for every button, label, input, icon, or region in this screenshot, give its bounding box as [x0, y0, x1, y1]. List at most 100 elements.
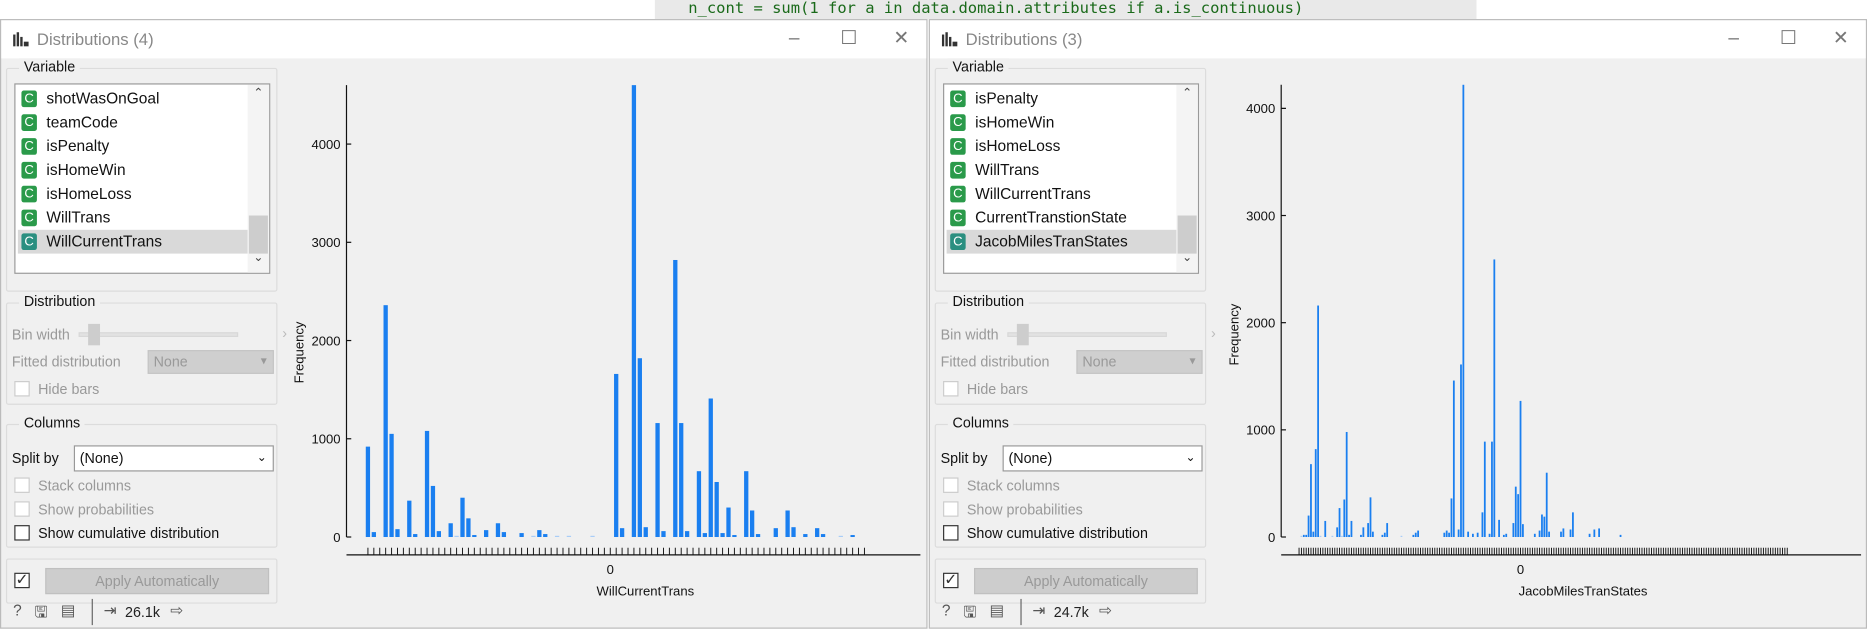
histogram-bar[interactable]	[1498, 519, 1500, 538]
histogram-bar[interactable]	[531, 535, 536, 538]
histogram-bar[interactable]	[1305, 534, 1308, 538]
histogram-bar[interactable]	[1502, 534, 1505, 538]
histogram-bar[interactable]	[1514, 486, 1517, 538]
histogram-bar[interactable]	[1488, 533, 1491, 538]
histogram-bar[interactable]	[1467, 531, 1470, 538]
histogram-bar[interactable]	[430, 485, 436, 538]
histogram-bar[interactable]	[1400, 535, 1403, 538]
histogram-bar[interactable]	[614, 373, 619, 538]
histogram-bar[interactable]	[1548, 531, 1550, 538]
histogram-bar[interactable]	[1324, 520, 1327, 538]
histogram-bar[interactable]	[448, 523, 453, 538]
histogram-bar[interactable]	[1538, 530, 1541, 538]
histogram-bar[interactable]	[755, 534, 761, 538]
histogram-bar[interactable]	[543, 534, 548, 538]
histogram-bar[interactable]	[1331, 535, 1334, 538]
histogram-bar[interactable]	[820, 534, 826, 538]
histogram-bar[interactable]	[1522, 524, 1524, 538]
histogram-bar[interactable]	[619, 528, 625, 538]
histogram-bar[interactable]	[484, 530, 489, 538]
histogram-bar[interactable]	[673, 259, 678, 538]
histogram-bar[interactable]	[1545, 472, 1548, 538]
histogram-bar[interactable]	[407, 500, 412, 538]
histogram-bar[interactable]	[1336, 527, 1339, 538]
histogram-bar[interactable]	[1452, 380, 1455, 538]
histogram-bar[interactable]	[661, 531, 666, 538]
histogram-bar[interactable]	[637, 358, 642, 538]
histogram-bar[interactable]	[1386, 523, 1389, 538]
histogram-bar[interactable]	[850, 535, 855, 538]
histogram-bar[interactable]	[1319, 535, 1322, 538]
histogram-bar[interactable]	[1519, 400, 1522, 538]
histogram-bar[interactable]	[495, 523, 501, 538]
histogram-bar[interactable]	[365, 446, 371, 538]
histogram-bar[interactable]	[708, 398, 713, 538]
histogram-bar[interactable]	[460, 497, 465, 538]
histogram-bar[interactable]	[803, 534, 808, 538]
histogram-bar[interactable]	[1367, 523, 1370, 538]
histogram-bar[interactable]	[1450, 498, 1453, 538]
histogram-bar[interactable]	[1533, 533, 1536, 538]
histogram-bar[interactable]	[1493, 259, 1496, 538]
histogram-bar[interactable]	[1302, 534, 1305, 538]
histogram-bar[interactable]	[436, 531, 442, 538]
histogram-bar[interactable]	[371, 532, 376, 538]
histogram-bar[interactable]	[1476, 532, 1479, 538]
histogram-bar[interactable]	[631, 85, 637, 538]
histogram-bar[interactable]	[1541, 514, 1543, 538]
histogram-bar[interactable]	[566, 535, 572, 538]
histogram-bar[interactable]	[383, 305, 388, 538]
histogram-bar[interactable]	[720, 533, 725, 538]
histogram-bar[interactable]	[519, 533, 524, 538]
histogram-bar[interactable]	[1543, 516, 1546, 538]
histogram-bar[interactable]	[702, 533, 707, 538]
histogram-bar[interactable]	[732, 535, 737, 538]
histogram-bar[interactable]	[1560, 531, 1562, 538]
histogram-bar[interactable]	[1472, 533, 1474, 538]
histogram-bar[interactable]	[1448, 532, 1450, 538]
histogram-bar[interactable]	[1505, 533, 1508, 538]
histogram-bar[interactable]	[413, 534, 418, 538]
histogram-bar[interactable]	[1369, 497, 1372, 538]
histogram-bar[interactable]	[1593, 529, 1596, 538]
histogram-bar[interactable]	[1348, 534, 1350, 538]
histogram-bar[interactable]	[1317, 305, 1319, 538]
histogram-bar[interactable]	[1562, 528, 1565, 538]
histogram-bar[interactable]	[1481, 512, 1484, 538]
histogram-bar[interactable]	[726, 507, 731, 538]
histogram-bar[interactable]	[643, 527, 648, 538]
histogram-bar[interactable]	[684, 531, 690, 538]
histogram-bar[interactable]	[1350, 520, 1353, 538]
histogram-bar[interactable]	[1371, 531, 1374, 538]
histogram-bar[interactable]	[1360, 534, 1362, 538]
histogram-bar[interactable]	[1312, 531, 1315, 538]
histogram-bar[interactable]	[395, 529, 400, 538]
histogram-bar[interactable]	[1572, 512, 1574, 538]
histogram-bar[interactable]	[1341, 535, 1343, 538]
histogram-bar[interactable]	[1314, 449, 1317, 538]
histogram-bar[interactable]	[1443, 532, 1446, 538]
histogram-bar[interactable]	[1512, 523, 1515, 538]
histogram-bar[interactable]	[1460, 364, 1462, 538]
histogram-bar[interactable]	[1569, 529, 1572, 538]
histogram-bar[interactable]	[1345, 431, 1348, 538]
histogram-bar[interactable]	[501, 532, 507, 538]
histogram-bar[interactable]	[773, 528, 778, 538]
histogram-bar[interactable]	[1588, 533, 1591, 538]
histogram-bar[interactable]	[1383, 532, 1386, 538]
histogram-bar[interactable]	[1414, 532, 1417, 538]
histogram-bar[interactable]	[1307, 515, 1310, 538]
histogram-bar[interactable]	[590, 535, 595, 538]
histogram-bar[interactable]	[1300, 535, 1303, 538]
histogram-bar[interactable]	[744, 471, 749, 538]
histogram-bar[interactable]	[679, 423, 684, 538]
histogram-bar[interactable]	[389, 433, 394, 538]
histogram-bar[interactable]	[1491, 441, 1493, 538]
histogram-bar[interactable]	[655, 423, 660, 538]
histogram-bar[interactable]	[424, 430, 430, 538]
histogram-bar[interactable]	[1462, 84, 1465, 538]
histogram-bar[interactable]	[472, 535, 477, 538]
histogram-bar[interactable]	[1517, 494, 1520, 538]
histogram-bar[interactable]	[1619, 534, 1622, 538]
histogram-bar[interactable]	[1417, 530, 1420, 538]
